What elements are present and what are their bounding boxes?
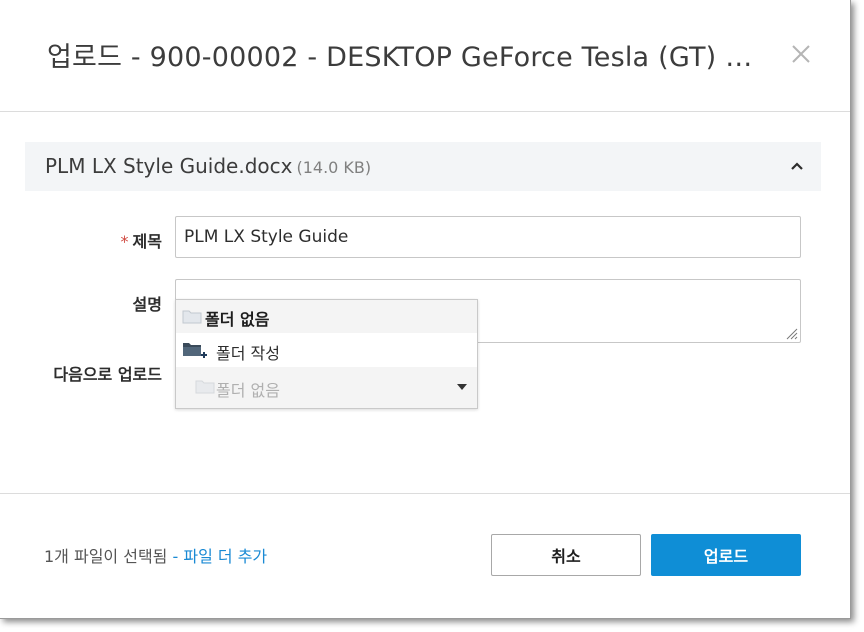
dropdown-option-label: 폴더 없음 xyxy=(205,310,270,329)
title-label-text: 제목 xyxy=(132,232,162,251)
file-size: (14.0 KB) xyxy=(296,158,372,177)
title-label: * 제목 xyxy=(22,228,162,252)
upload-dialog: 업로드 - 900-00002 - DESKTOP GeForce Tesla … xyxy=(0,0,851,619)
caret-down-icon xyxy=(457,384,467,390)
dropdown-option-label: 폴더 작성 xyxy=(216,344,280,363)
file-name-text: PLM LX Style Guide.docx xyxy=(45,154,293,178)
selected-files-summary: 1개 파일이 선택됨 - 파일 더 추가 xyxy=(44,543,267,567)
chevron-up-icon[interactable] xyxy=(787,156,807,176)
add-more-files-link[interactable]: - 파일 더 추가 xyxy=(173,547,268,566)
folder-icon xyxy=(182,310,202,324)
dropdown-option-no-folder[interactable]: 폴더 없음 xyxy=(176,300,477,333)
folder-icon xyxy=(195,380,215,394)
required-mark: * xyxy=(120,232,129,251)
cancel-button[interactable]: 취소 xyxy=(491,534,641,576)
description-label: 설명 xyxy=(132,295,162,314)
file-header-bar[interactable]: PLM LX Style Guide.docx (14.0 KB) xyxy=(25,142,821,191)
resize-handle-icon[interactable] xyxy=(784,326,798,340)
dialog-title: 업로드 - 900-00002 - DESKTOP GeForce Tesla … xyxy=(47,42,767,73)
folder-select-value: 폴더 없음 xyxy=(216,381,280,400)
dialog-header: 업로드 - 900-00002 - DESKTOP GeForce Tesla … xyxy=(0,0,850,112)
file-name: PLM LX Style Guide.docx (14.0 KB) xyxy=(45,154,371,178)
title-input[interactable]: PLM LX Style Guide xyxy=(175,216,801,258)
selected-count-text: 1개 파일이 선택됨 xyxy=(44,547,168,566)
footer-divider xyxy=(0,493,850,494)
folder-dropdown[interactable]: 폴더 없음 폴더 작성 폴더 없음 xyxy=(175,299,478,409)
upload-button[interactable]: 업로드 xyxy=(651,534,801,576)
upload-to-label: 다음으로 업로드 xyxy=(53,365,162,384)
folder-add-icon xyxy=(183,343,207,358)
dropdown-option-create-folder[interactable]: 폴더 작성 xyxy=(176,334,477,367)
folder-select[interactable]: 폴더 없음 xyxy=(176,367,477,408)
close-icon[interactable] xyxy=(785,38,817,70)
